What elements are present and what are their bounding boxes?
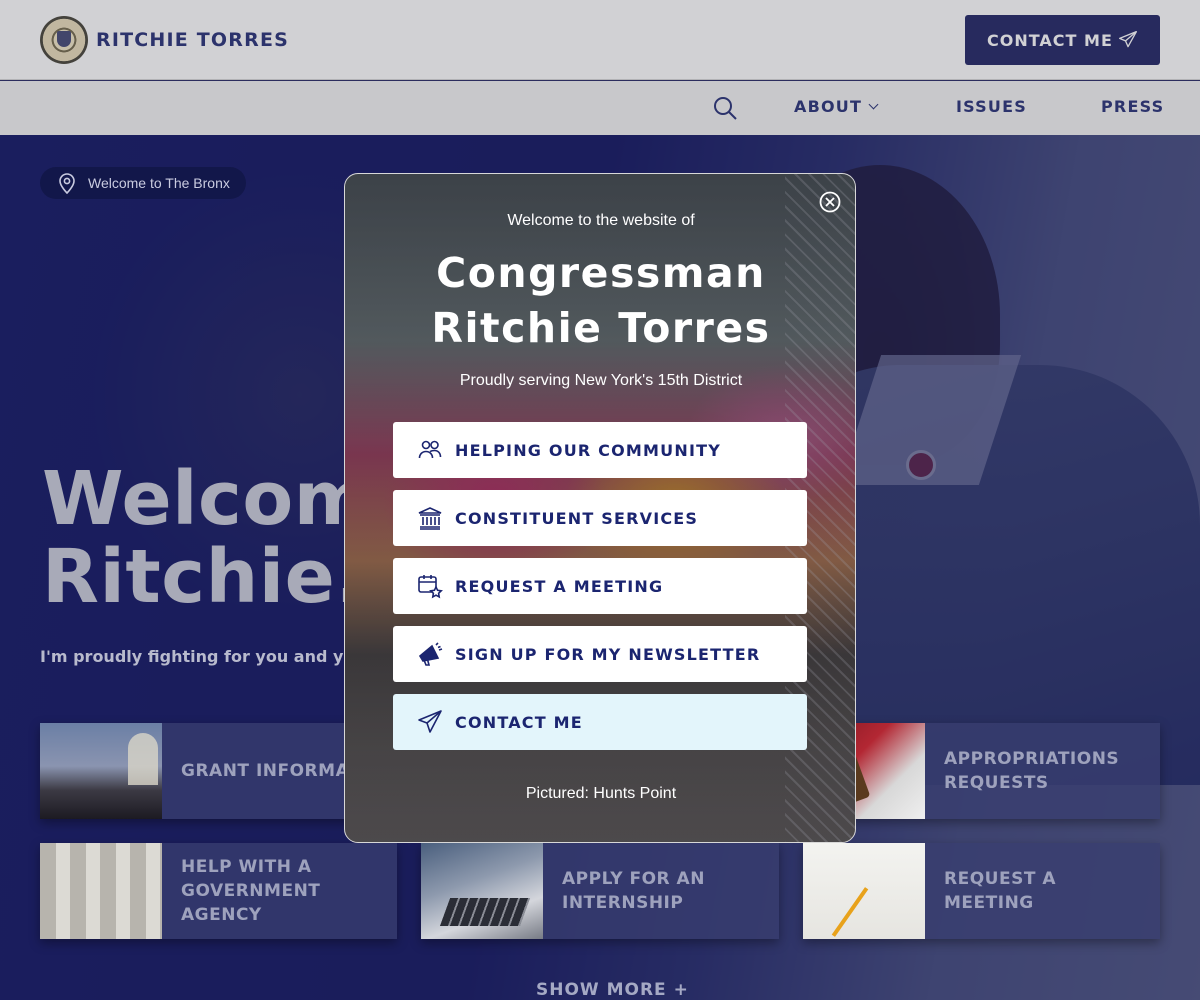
card-appropriations-requests[interactable]: APPROPRIATIONS REQUESTS [803, 723, 1160, 819]
request-meeting-button[interactable]: REQUEST A MEETING [393, 558, 807, 614]
button-label: CONSTITUENT SERVICES [455, 508, 699, 528]
card-internship[interactable]: APPLY FOR AN INTERNSHIP [421, 843, 779, 939]
card-label: HELP WITH A GOVERNMENT AGENCY [181, 857, 321, 925]
site-brand[interactable]: RITCHIE TORRES [96, 29, 289, 51]
search-icon[interactable] [712, 95, 738, 121]
card-government-agency[interactable]: HELP WITH A GOVERNMENT AGENCY [40, 843, 397, 939]
contact-me-button[interactable]: CONTACT ME [965, 15, 1160, 65]
close-icon[interactable] [819, 191, 841, 213]
card-label: APPLY FOR AN INTERNSHIP [562, 869, 705, 913]
modal-contact-me-button[interactable]: CONTACT ME [393, 694, 807, 750]
map-pin-icon [59, 173, 75, 194]
paper-plane-icon [1119, 31, 1137, 48]
notebook-thumbnail [803, 843, 925, 939]
capitol-thumbnail [40, 723, 162, 819]
card-label: REQUEST A MEETING [944, 869, 1056, 913]
button-label: HELPING OUR COMMUNITY [455, 440, 721, 460]
modal-title-line2: Ritchie Torres [431, 304, 771, 352]
site-header: RITCHIE TORRES CONTACT ME [0, 0, 1200, 80]
modal-pre-title: Welcome to the website of [507, 212, 695, 229]
button-label: SIGN UP FOR MY NEWSLETTER [455, 644, 761, 664]
show-more-link[interactable]: SHOW MORE + [536, 980, 689, 1000]
chevron-down-icon [868, 99, 879, 110]
laptop-thumbnail [421, 843, 543, 939]
modal-title-line1: Congressman [436, 249, 766, 297]
contact-me-label: CONTACT ME [987, 30, 1113, 50]
card-label: APPROPRIATIONS REQUESTS [944, 749, 1120, 793]
megaphone-icon [418, 642, 443, 666]
modal-title: Congressman Ritchie Torres [345, 246, 855, 356]
newsletter-signup-button[interactable]: SIGN UP FOR MY NEWSLETTER [393, 626, 807, 682]
house-seal-logo[interactable] [40, 16, 88, 64]
nav-about-label: ABOUT [794, 97, 863, 116]
paper-plane-icon [418, 710, 442, 733]
nav-issues[interactable]: ISSUES [956, 97, 1027, 116]
button-label: REQUEST A MEETING [455, 576, 664, 596]
button-label: CONTACT ME [455, 712, 583, 732]
modal-subtitle: Proudly serving New York's 15th District [459, 372, 743, 389]
nav-press[interactable]: PRESS [1101, 97, 1164, 116]
photo-caption: Pictured: Hunts Point [525, 785, 677, 802]
location-pill: Welcome to The Bronx [40, 167, 246, 199]
constituent-services-button[interactable]: CONSTITUENT SERVICES [393, 490, 807, 546]
calendar-star-icon [418, 575, 443, 599]
helping-our-community-button[interactable]: HELPING OUR COMMUNITY [393, 422, 807, 478]
building-icon [418, 507, 442, 530]
hero-subtitle: I'm proudly fighting for you and your [40, 647, 374, 666]
people-icon [418, 440, 442, 459]
location-text: Welcome to The Bronx [88, 175, 230, 191]
columns-thumbnail [40, 843, 162, 939]
main-nav: ABOUT ISSUES PRESS [0, 81, 1200, 135]
card-request-meeting[interactable]: REQUEST A MEETING [803, 843, 1160, 939]
welcome-modal: Welcome to the website of Congressman Ri… [344, 173, 856, 843]
nav-about[interactable]: ABOUT [794, 97, 879, 116]
